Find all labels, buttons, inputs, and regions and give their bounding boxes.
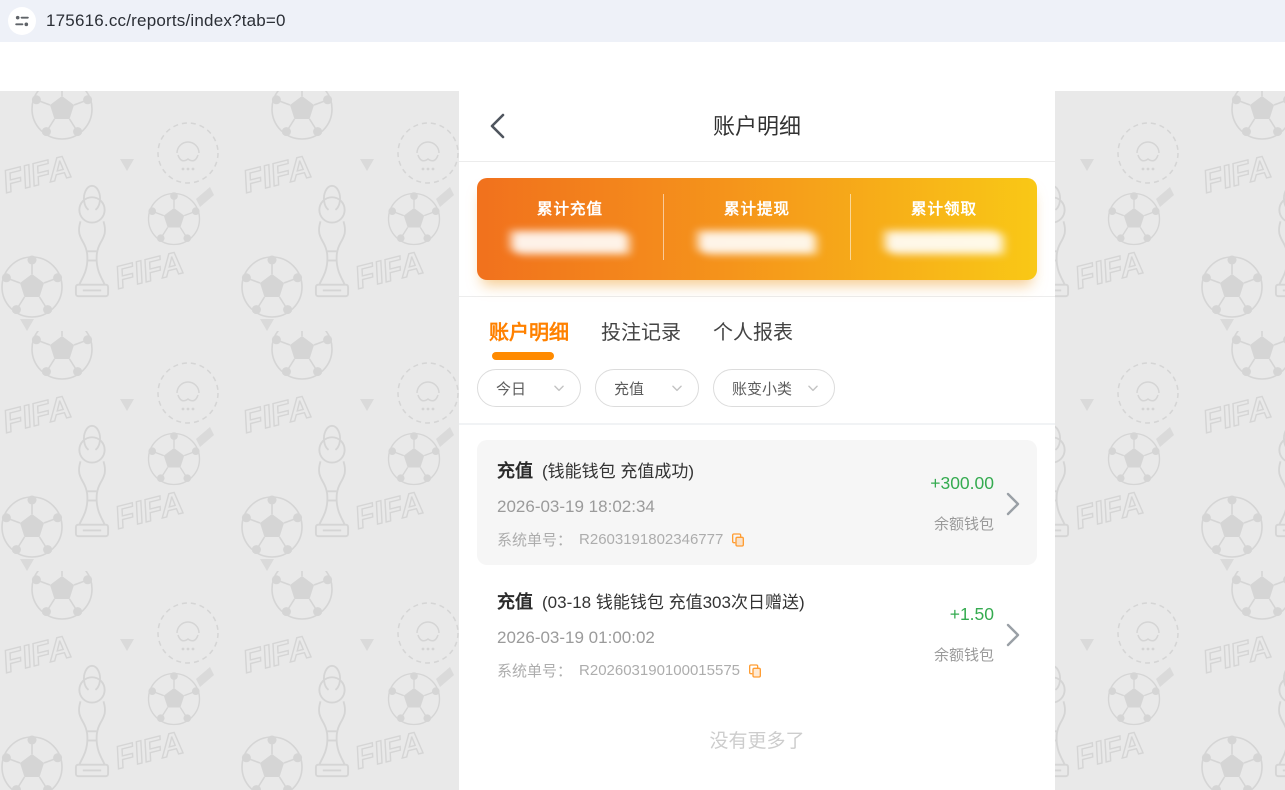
back-button[interactable] <box>483 111 511 141</box>
stats-card: 累计充值 累计提现 累计领取 <box>477 178 1037 280</box>
app-header: 账户明细 <box>459 91 1055 162</box>
transaction-amount: +300.00 <box>930 473 994 493</box>
order-label: 系统单号： <box>497 532 573 549</box>
site-settings-icon[interactable] <box>8 7 36 35</box>
chevron-right-icon <box>1006 492 1021 516</box>
transaction-right: +1.50 余额钱包 <box>934 588 1021 681</box>
transaction-info: 充值 (03-18 钱能钱包 充值303次日赠送) 2026-03-19 01:… <box>497 588 934 681</box>
filter-value: 充值 <box>614 380 645 398</box>
filter-value: 账变小类 <box>732 380 793 398</box>
transaction-wallet: 余额钱包 <box>933 516 994 533</box>
order-label: 系统单号： <box>497 663 573 680</box>
transaction-datetime: 2026-03-19 01:00:02 <box>497 628 655 647</box>
order-number: R2603191802346777 <box>579 531 724 548</box>
stat-total-deposit: 累计充值 <box>477 178 663 280</box>
order-number: R202603190100015575 <box>579 662 741 679</box>
chevron-down-icon <box>806 381 820 395</box>
masked-value-blur <box>888 232 1000 253</box>
filters-row: 今日 充值 账变小类 <box>459 363 1055 423</box>
chevron-right-icon <box>1006 623 1021 647</box>
tab-account-detail[interactable]: 账户明细 <box>489 316 569 360</box>
masked-value-blur <box>514 232 626 253</box>
filter-value: 今日 <box>496 380 527 398</box>
transaction-desc: (钱能钱包 充值成功) <box>542 462 695 481</box>
stat-label: 累计提现 <box>723 201 790 218</box>
stat-label: 累计领取 <box>910 201 977 218</box>
transaction-info: 充值 (钱能钱包 充值成功) 2026-03-19 18:02:34 系统单号：… <box>497 457 930 550</box>
copy-order-button[interactable] <box>747 663 763 679</box>
stat-label: 累计充值 <box>536 201 603 218</box>
transaction-desc: (03-18 钱能钱包 充值303次日赠送) <box>542 593 805 612</box>
no-more-text: 没有更多了 <box>709 731 805 752</box>
tabs-row: 账户明细 投注记录 个人报表 <box>459 297 1055 363</box>
transaction-amount: +1.50 <box>949 604 994 624</box>
copy-order-button[interactable] <box>730 532 746 548</box>
tab-personal-report[interactable]: 个人报表 <box>713 316 793 345</box>
page-top-spacer <box>0 42 1285 91</box>
tab-bet-records[interactable]: 投注记录 <box>601 316 681 345</box>
stat-total-withdraw: 累计提现 <box>664 178 850 280</box>
transaction-list: 充值 (钱能钱包 充值成功) 2026-03-19 18:02:34 系统单号：… <box>459 423 1055 753</box>
chevron-down-icon <box>670 381 684 395</box>
transaction-right: +300.00 余额钱包 <box>930 457 1021 550</box>
url-text[interactable]: 175616.cc/reports/index?tab=0 <box>46 11 286 31</box>
transaction-row[interactable]: 充值 (03-18 钱能钱包 充值303次日赠送) 2026-03-19 01:… <box>477 571 1037 696</box>
page-title: 账户明细 <box>712 114 801 139</box>
stat-total-claimed: 累计领取 <box>851 178 1037 280</box>
browser-address-bar[interactable]: 175616.cc/reports/index?tab=0 <box>0 0 1285 42</box>
transaction-datetime: 2026-03-19 18:02:34 <box>497 497 655 516</box>
masked-value-blur <box>701 232 813 253</box>
stats-section: 累计充值 累计提现 累计领取 <box>459 162 1055 297</box>
page-stage: FIFA <box>0 91 1285 790</box>
copy-icon <box>749 663 762 678</box>
filter-subtype-dropdown[interactable]: 账变小类 <box>713 369 835 407</box>
chevron-left-icon <box>490 113 504 139</box>
filter-date-dropdown[interactable]: 今日 <box>477 369 581 407</box>
transaction-type: 充值 <box>497 592 533 612</box>
filter-type-dropdown[interactable]: 充值 <box>595 369 699 407</box>
chevron-down-icon <box>552 381 566 395</box>
transaction-type: 充值 <box>497 461 533 481</box>
copy-icon <box>732 532 745 547</box>
transaction-wallet: 余额钱包 <box>933 647 994 664</box>
transaction-row[interactable]: 充值 (钱能钱包 充值成功) 2026-03-19 18:02:34 系统单号：… <box>477 440 1037 565</box>
app-panel: 账户明细 累计充值 累计提现 累计领取 账户明细 投注记录 个人报表 今日 充值… <box>459 91 1055 790</box>
